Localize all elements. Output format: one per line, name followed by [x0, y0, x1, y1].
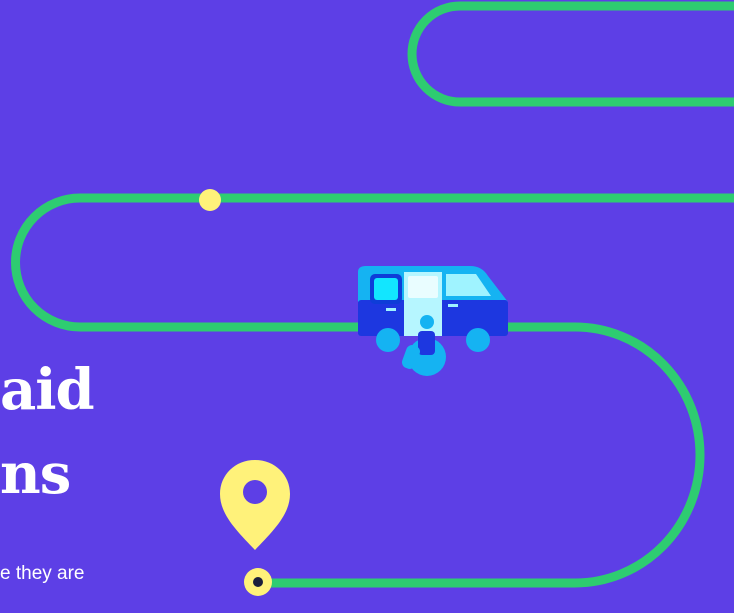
- hero-illustration: aid ns e they are: [0, 0, 734, 613]
- route-start-dot-icon: [244, 568, 272, 596]
- hero-heading-line-2: ns: [0, 441, 71, 507]
- hero-heading-line-1: aid: [0, 357, 95, 423]
- location-pin-icon: [220, 460, 290, 550]
- hero-body-text: e they are: [0, 563, 85, 584]
- route-illustration: [11, 1, 734, 596]
- route-waypoint-dot-icon: [199, 189, 221, 211]
